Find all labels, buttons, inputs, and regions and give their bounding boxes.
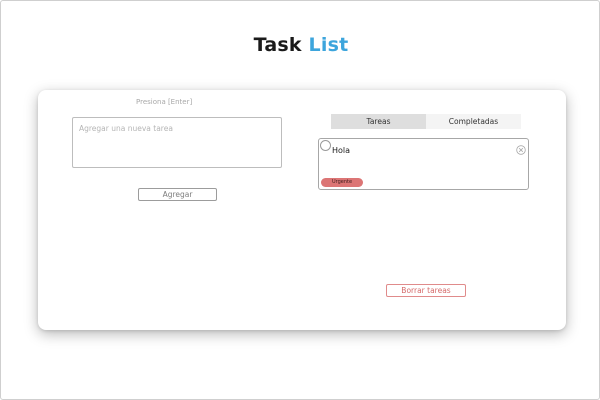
new-task-input[interactable] bbox=[72, 117, 282, 168]
page-title: Task List bbox=[1, 34, 600, 56]
add-task-button[interactable]: Agregar bbox=[138, 188, 217, 201]
tab-tareas[interactable]: Tareas bbox=[331, 114, 426, 129]
circle-outline-icon[interactable] bbox=[320, 140, 331, 151]
clear-tasks-button[interactable]: Borrar tareas bbox=[386, 284, 466, 297]
title-word-list: List bbox=[308, 34, 349, 56]
task-item: Hola Urgente bbox=[318, 138, 529, 190]
app-page: Task List Presiona [Enter] Agregar Tarea… bbox=[0, 0, 600, 400]
tab-completadas[interactable]: Completadas bbox=[426, 114, 521, 129]
urgent-badge: Urgente bbox=[321, 178, 363, 187]
enter-hint: Presiona [Enter] bbox=[136, 98, 193, 106]
task-tabs: Tareas Completadas bbox=[331, 114, 521, 129]
close-circle-icon[interactable] bbox=[516, 140, 526, 155]
title-word-task: Task bbox=[253, 34, 302, 56]
task-text: Hola bbox=[332, 146, 351, 155]
